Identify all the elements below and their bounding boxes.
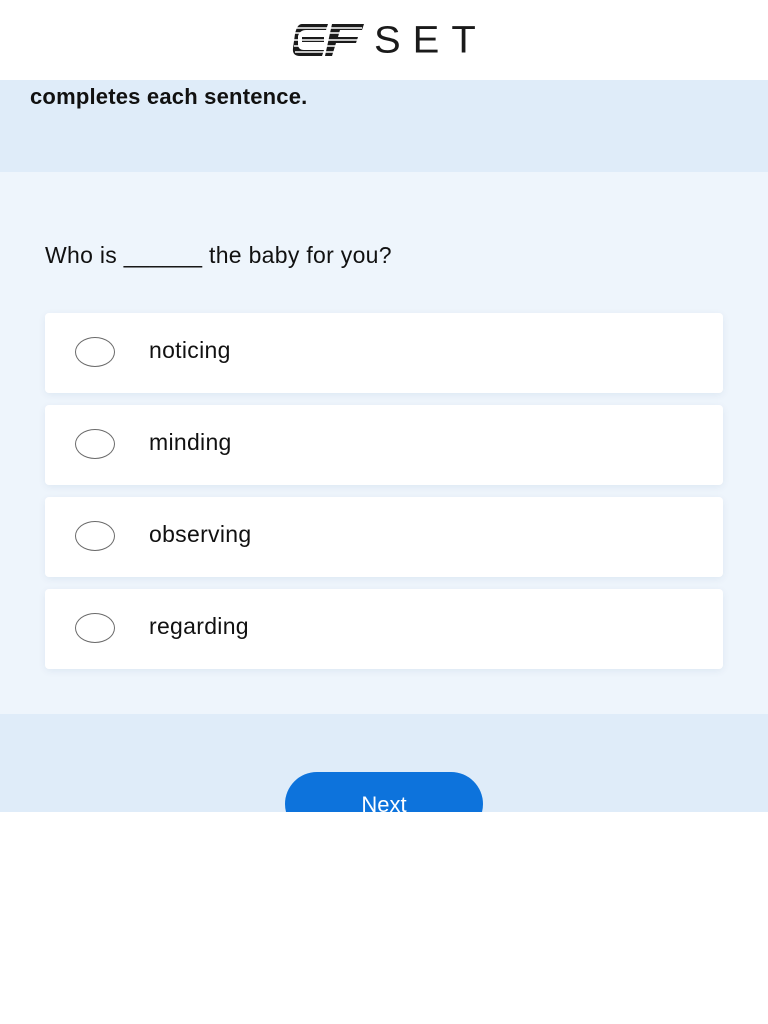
answer-option-label: noticing <box>149 337 231 363</box>
answer-option[interactable]: minding <box>45 405 723 485</box>
ef-logo-mark-icon <box>292 24 364 56</box>
answer-option[interactable]: regarding <box>45 589 723 669</box>
app-header: SET <box>0 0 768 80</box>
answer-option[interactable]: observing <box>45 497 723 577</box>
next-button[interactable]: Next <box>285 772 483 812</box>
question-text: Who is ______ the baby for you? <box>45 242 392 268</box>
instruction-band: completes each sentence. <box>0 80 768 172</box>
logo-text: SET <box>374 19 488 61</box>
answer-option-label: observing <box>149 521 252 547</box>
answer-option-label: minding <box>149 429 232 455</box>
radio-button-icon[interactable] <box>75 429 115 459</box>
blank-area <box>0 812 768 1024</box>
radio-button-icon[interactable] <box>75 337 115 367</box>
instruction-text: completes each sentence. <box>30 84 308 109</box>
answer-option-label: regarding <box>149 613 249 639</box>
footer-band: Next <box>0 714 768 812</box>
question-panel: Who is ______ the baby for you? noticing… <box>0 172 768 714</box>
radio-button-icon[interactable] <box>75 521 115 551</box>
radio-button-icon[interactable] <box>75 613 115 643</box>
ef-set-logo: SET <box>292 19 488 61</box>
answer-option[interactable]: noticing <box>45 313 723 393</box>
